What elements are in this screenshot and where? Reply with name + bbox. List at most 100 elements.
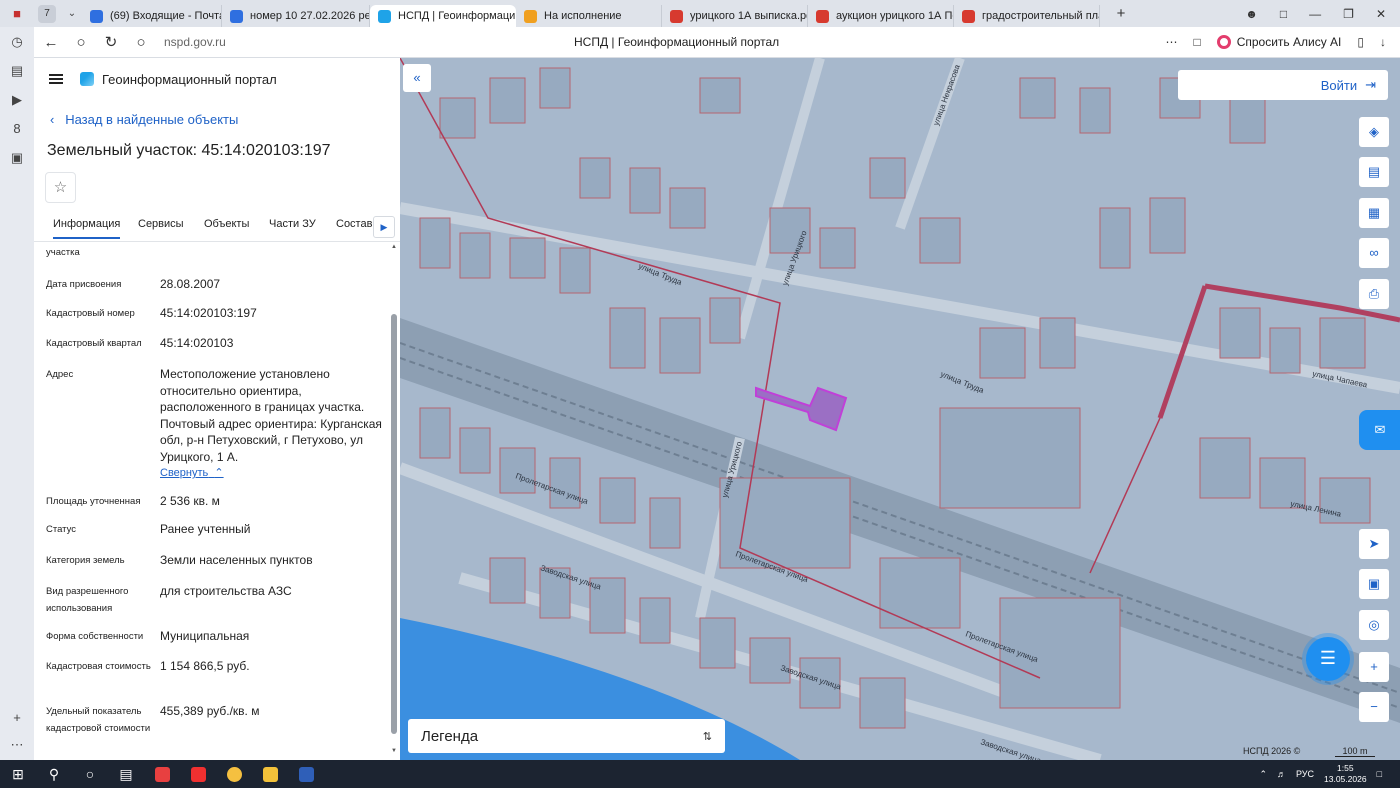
copyright-text: НСПД 2026 ©: [1243, 746, 1301, 756]
field-value: 2 536 кв. м: [160, 494, 220, 508]
alice-icon: [1216, 35, 1231, 49]
close-window-icon[interactable]: ✕: [1376, 7, 1386, 21]
search-icon[interactable]: ⚲: [36, 760, 72, 788]
clock[interactable]: 1:55 13.05.2026: [1324, 763, 1367, 785]
print-icon[interactable]: ⎙: [1359, 279, 1389, 309]
tab-label: урицкого 1А выписка.pdf: [690, 10, 808, 22]
info-tabs: Информация Сервисы Объекты Части ЗУ Сост…: [34, 210, 400, 242]
extensions-icon[interactable]: ▯: [1357, 35, 1364, 49]
task-view-icon[interactable]: ▤: [108, 760, 144, 788]
browser-menu-icon[interactable]: ■: [0, 0, 34, 27]
tab-parts[interactable]: Части ЗУ: [269, 218, 316, 230]
minimap-icon[interactable]: ▣: [1359, 569, 1389, 599]
back-arrow-icon[interactable]: ←: [36, 34, 66, 51]
tab-nspd[interactable]: НСПД | Геоинформаци ✕: [370, 5, 516, 27]
screenshot-icon[interactable]: ▣: [9, 150, 25, 166]
url-host[interactable]: nspd.gov.ru: [164, 35, 226, 49]
collapse-link[interactable]: Свернуть ⌃: [160, 466, 224, 479]
word-icon[interactable]: [288, 760, 324, 788]
area-select-icon[interactable]: ▦: [1359, 198, 1389, 228]
tab-document[interactable]: номер 10 27.02.2026 реш: [222, 5, 370, 27]
tab-task[interactable]: На исполнение: [516, 5, 662, 27]
tab-objects[interactable]: Объекты: [204, 218, 249, 230]
geolocation-icon[interactable]: ➤: [1359, 529, 1389, 559]
back-to-results-link[interactable]: ‹ Назад в найденные объекты: [50, 112, 238, 127]
tab-count-badge[interactable]: 7: [38, 4, 56, 23]
yandex-browser-icon[interactable]: [216, 760, 252, 788]
login-label: Войти: [1320, 77, 1358, 93]
field-label: Площадь уточненная: [46, 496, 141, 507]
portal-title: Геоинформационный портал: [102, 71, 277, 87]
chat-icon[interactable]: ☰: [1306, 637, 1350, 681]
tabs-scroll-right-button[interactable]: ▶: [373, 216, 395, 238]
selected-parcel[interactable]: [755, 386, 848, 432]
tab-pdf-auction[interactable]: аукцион урицкого 1А По: [808, 5, 954, 27]
chevron-left-icon: ‹: [50, 112, 55, 127]
reload-icon[interactable]: ↻: [96, 33, 126, 51]
tab-composition[interactable]: Состав: [336, 218, 372, 230]
star-icon[interactable]: ☆: [45, 172, 76, 203]
tab-information[interactable]: Информация: [53, 218, 121, 239]
cortana-icon[interactable]: ○: [72, 760, 108, 788]
more-icon[interactable]: ⋯: [1165, 35, 1177, 49]
play-icon[interactable]: ▶: [9, 92, 25, 108]
new-tab-button[interactable]: +: [1106, 5, 1136, 22]
assistant-icon[interactable]: ✉: [1359, 410, 1400, 450]
legend-select[interactable]: Легенда ⇅: [408, 719, 725, 753]
field-value: 28.08.2007: [160, 277, 221, 291]
field-value: 455,389 руб./кв. м: [160, 704, 260, 718]
more-icon[interactable]: ⋯: [9, 737, 25, 753]
restore-icon[interactable]: ❐: [1343, 7, 1354, 21]
address-bar: ← ○ ↻ ○ nspd.gov.ru НСПД | Геоинформацио…: [34, 27, 1400, 58]
tab-pdf-extract[interactable]: урицкого 1А выписка.pdf: [662, 5, 808, 27]
panel-scrollbar-thumb[interactable]: [391, 314, 397, 734]
ruler-icon[interactable]: ▤: [1359, 157, 1389, 187]
chevron-down-icon[interactable]: ⌄: [62, 8, 82, 19]
zoom-in-button[interactable]: +: [1359, 652, 1389, 682]
profile-icon[interactable]: ☻: [1245, 7, 1258, 21]
tab-pdf-plan[interactable]: градостроительный план: [954, 5, 1100, 27]
menu-icon[interactable]: [49, 74, 63, 84]
location-pin-icon[interactable]: ◎: [1359, 610, 1389, 640]
tab-mail[interactable]: (69) Входящие - Почта Ma: [82, 5, 222, 27]
field-label: Удельный показатель кадастровой стоимост…: [46, 706, 151, 734]
nspd-logo-icon: [80, 72, 94, 86]
tab-services[interactable]: Сервисы: [138, 218, 184, 230]
field-value: Ранее учтенный: [160, 522, 251, 536]
layers-icon[interactable]: ◈: [1359, 117, 1389, 147]
app-icon[interactable]: 8: [9, 121, 25, 137]
minimize-icon[interactable]: —: [1309, 7, 1321, 21]
zoom-out-button[interactable]: −: [1359, 692, 1389, 722]
file-explorer-icon[interactable]: [252, 760, 288, 788]
language-indicator[interactable]: РУС: [1296, 769, 1314, 779]
notifications-icon[interactable]: □: [1280, 7, 1287, 21]
pdf-icon: [670, 9, 683, 23]
bookmark-icon[interactable]: □: [1193, 35, 1200, 49]
cadastral-map[interactable]: улица Труда улица Труда улица Урицкого у…: [400, 58, 1400, 760]
document-icon: [230, 9, 243, 23]
scroll-up-arrow-icon[interactable]: ▲: [390, 244, 398, 250]
scale-bar: 100 m: [1335, 746, 1375, 757]
scroll-down-arrow-icon[interactable]: ▼: [390, 748, 398, 754]
windows-start-icon[interactable]: ⊞: [0, 760, 36, 788]
ask-alice-button[interactable]: Спросить Алису AI: [1216, 35, 1341, 49]
collapse-panel-button[interactable]: «: [403, 64, 431, 92]
history-icon[interactable]: ◷: [9, 34, 25, 50]
tray-arrow-icon[interactable]: ⌃: [1259, 769, 1267, 780]
collections-icon[interactable]: ▤: [9, 63, 25, 79]
url-page-title[interactable]: НСПД | Геоинформационный портал: [574, 35, 779, 49]
share-icon[interactable]: ∞: [1359, 238, 1389, 268]
updown-chevron-icon: ⇅: [702, 730, 712, 743]
add-icon[interactable]: +: [9, 710, 25, 726]
yandex-app-icon[interactable]: [180, 760, 216, 788]
notification-center-icon[interactable]: □: [1377, 769, 1382, 779]
app-icon[interactable]: [144, 760, 180, 788]
login-button[interactable]: Войти ⇥: [1178, 70, 1388, 100]
tab-label: (69) Входящие - Почта Ma: [110, 10, 221, 22]
back-label: Назад в найденные объекты: [65, 112, 239, 127]
site-info-icon[interactable]: ○: [126, 34, 156, 51]
volume-icon[interactable]: ♬: [1277, 769, 1286, 779]
downloads-icon[interactable]: ↓: [1380, 35, 1386, 49]
map-view[interactable]: улица Труда улица Труда улица Урицкого у…: [400, 58, 1400, 760]
protect-icon[interactable]: ○: [66, 34, 96, 51]
